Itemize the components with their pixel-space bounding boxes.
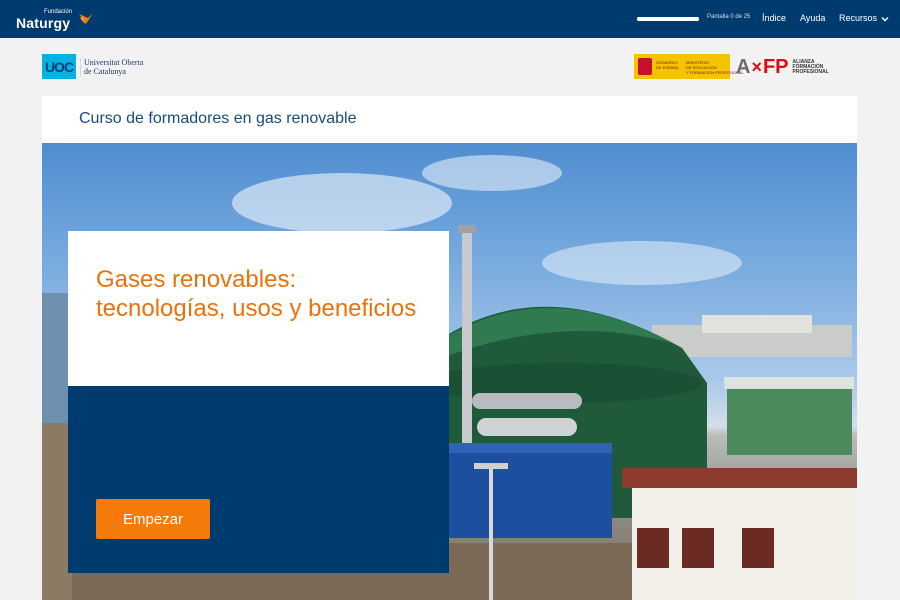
course-title: Curso de formadores en gas renovable	[79, 110, 357, 127]
coat-of-arms-icon	[638, 58, 652, 75]
naturgy-butterfly-icon	[79, 13, 93, 24]
afp-sub-line3: PROFESIONAL	[792, 68, 829, 75]
screen-counter: Pantalla 0 de 25	[707, 14, 751, 20]
uoc-name: Universitat Oberta de Catalunya	[80, 57, 144, 76]
top-bar: Fundación Naturgy Pantalla 0 de 25 Índic…	[0, 0, 900, 38]
partner-logos-strip: UOC Universitat Oberta de Catalunya GOBI…	[0, 38, 900, 96]
afp-logo: A × FP ALIANZA FORMACIÓN PROFESIONAL	[736, 55, 829, 79]
government-line2: DE ESPAÑA	[656, 65, 679, 70]
brand-name: Naturgy	[16, 15, 71, 31]
hero-heading: Gases renovables: tecnologías, usos y be…	[96, 266, 417, 322]
uoc-mark: UOC	[42, 54, 76, 79]
nav-index-link[interactable]: Índice	[762, 13, 786, 23]
government-text: GOBIERNO DE ESPAÑA	[656, 60, 679, 70]
hero-card-bottom	[68, 386, 449, 573]
afp-subtitle: ALIANZA FORMACIÓN PROFESIONAL	[792, 59, 829, 75]
progress-fill	[637, 17, 699, 21]
start-button[interactable]: Empezar	[96, 499, 210, 539]
nav-help-link[interactable]: Ayuda	[800, 13, 825, 23]
course-title-bar: Curso de formadores en gas renovable	[42, 96, 857, 143]
afp-a-letter: A	[736, 55, 751, 78]
progress-bar	[637, 17, 699, 21]
hero-card: Gases renovables: tecnologías, usos y be…	[68, 231, 449, 573]
afp-x-mark: ×	[751, 56, 762, 77]
hero-card-top: Gases renovables: tecnologías, usos y be…	[68, 231, 449, 386]
chevron-down-icon[interactable]	[880, 14, 890, 24]
afp-fp-letters: FP	[762, 55, 789, 78]
uoc-name-line2: de Catalunya	[84, 66, 126, 76]
uoc-name-line1: Universitat Oberta	[84, 57, 144, 67]
uoc-logo: UOC Universitat Oberta de Catalunya	[42, 54, 143, 79]
government-logo: GOBIERNO DE ESPAÑA MINISTERIO DE EDUCACI…	[634, 54, 744, 79]
nav-resources-dropdown[interactable]: Recursos	[839, 13, 877, 23]
